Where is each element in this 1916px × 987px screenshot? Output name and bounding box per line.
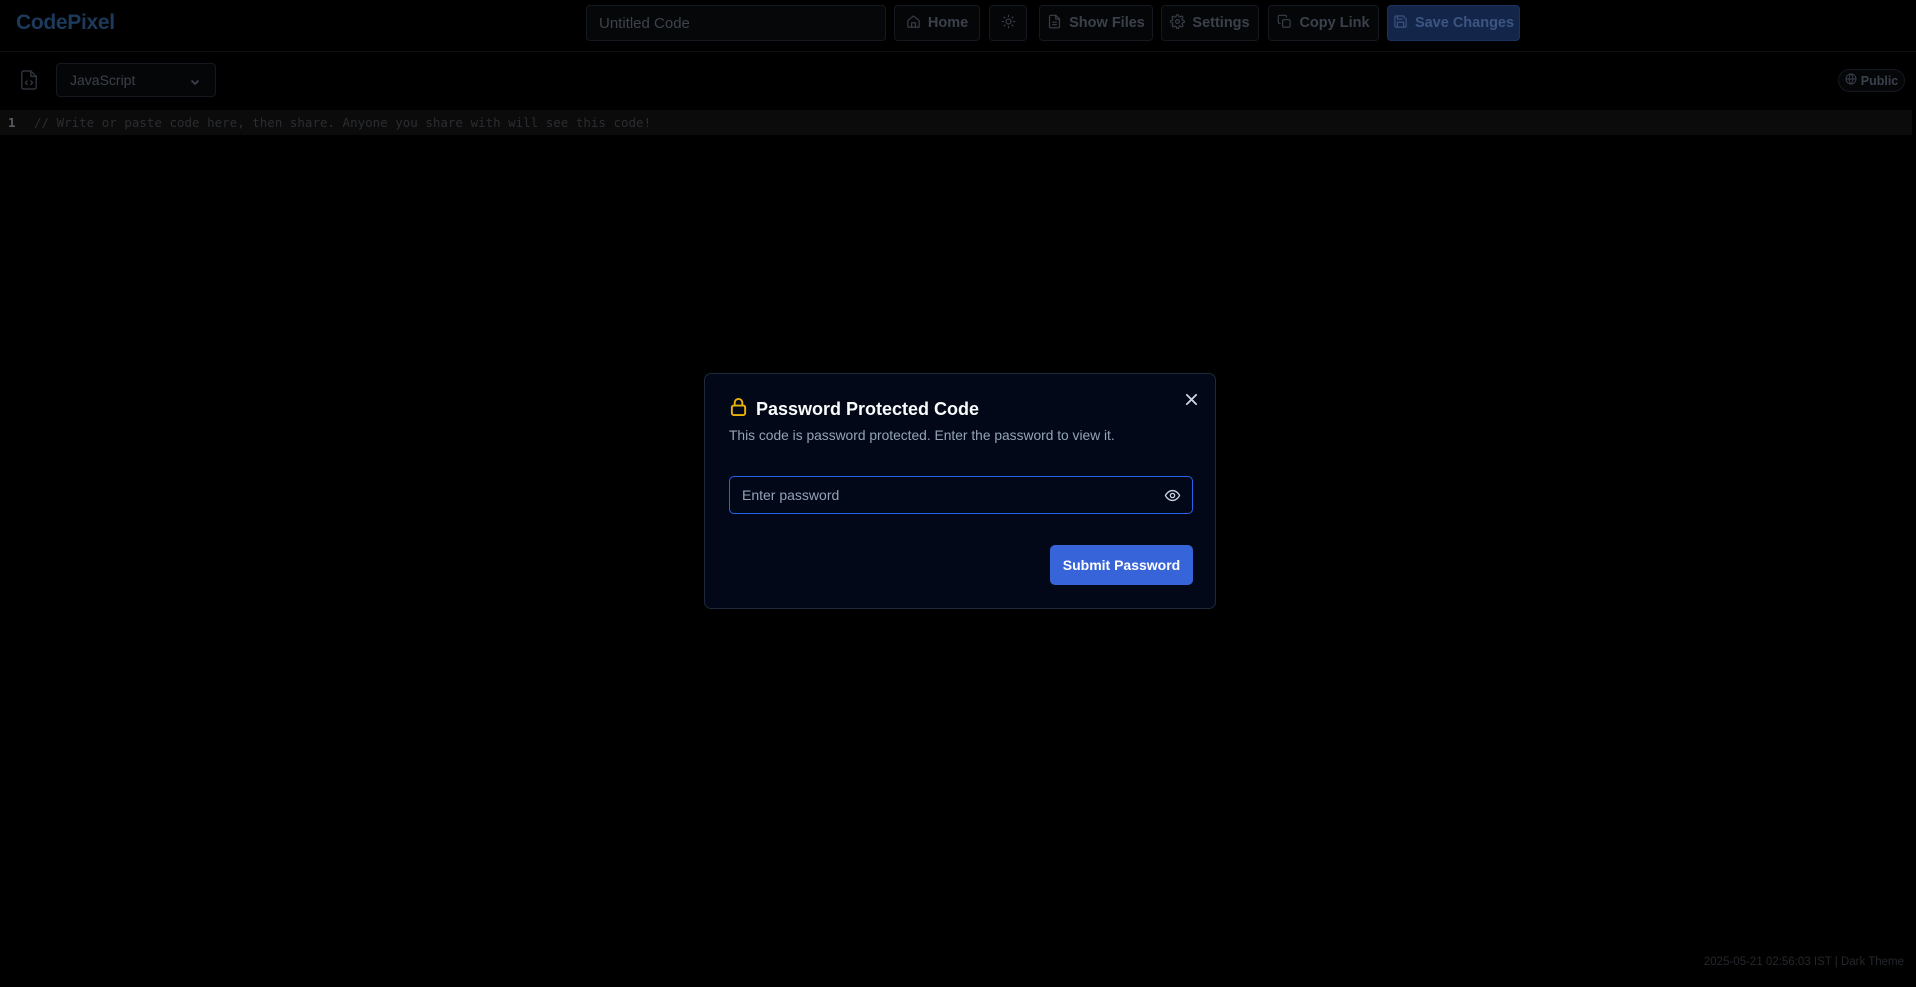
globe-icon (1845, 73, 1857, 88)
editor-line[interactable]: 1 // Write or paste code here, then shar… (0, 110, 1912, 135)
copy-icon (1277, 14, 1292, 33)
gear-icon (1170, 13, 1186, 33)
settings-label: Settings (1192, 15, 1250, 31)
theme-toggle-button[interactable] (989, 5, 1027, 41)
lock-icon (729, 396, 748, 422)
copy-link-button[interactable]: Copy Link (1268, 5, 1379, 41)
close-icon[interactable] (1183, 391, 1199, 407)
save-changes-label: Save Changes (1414, 15, 1515, 31)
eye-icon[interactable] (1162, 485, 1182, 505)
modal-title-text: Password Protected Code (756, 398, 980, 419)
file-icon (1047, 14, 1062, 33)
language-select[interactable]: JavaScript (56, 63, 216, 97)
show-files-label: Show Files (1069, 15, 1145, 31)
copy-link-label: Copy Link (1299, 15, 1370, 31)
password-field (729, 476, 1193, 514)
save-changes-button[interactable]: Save Changes (1387, 5, 1520, 41)
modal-description: This code is password protected. Enter t… (729, 428, 1115, 443)
password-input[interactable] (730, 477, 1150, 512)
top-header: CodePixel Home Show Files Settings (0, 0, 1916, 52)
visibility-badge[interactable]: Public (1838, 69, 1905, 92)
line-code[interactable]: // Write or paste code here, then share.… (34, 115, 651, 130)
home-icon (906, 14, 921, 33)
show-files-button[interactable]: Show Files (1039, 5, 1153, 41)
chevron-down-icon (189, 75, 201, 87)
app-root: CodePixel Home Show Files Settings (0, 0, 1916, 987)
line-number: 1 (8, 115, 16, 130)
language-select-value: JavaScript (70, 72, 136, 88)
password-modal: Password Protected Code This code is pas… (704, 373, 1216, 609)
file-code-icon[interactable] (20, 70, 38, 90)
settings-button[interactable]: Settings (1161, 5, 1259, 41)
home-button-label: Home (927, 15, 969, 31)
brand-logo[interactable]: CodePixel (16, 11, 115, 35)
submit-password-button[interactable]: Submit Password (1050, 545, 1193, 585)
footer-status: 2025-05-21 02:56:03 IST | Dark Theme (1703, 956, 1904, 968)
visibility-label: Public (1860, 73, 1899, 88)
modal-title: Password Protected Code (729, 396, 980, 422)
sun-icon (1001, 14, 1016, 33)
save-icon (1393, 14, 1408, 33)
home-button[interactable]: Home (894, 5, 980, 41)
code-title-input[interactable] (586, 5, 886, 41)
